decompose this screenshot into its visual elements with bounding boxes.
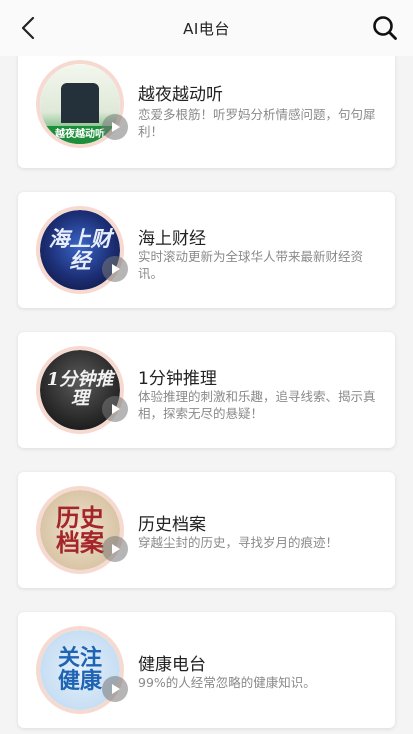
item-title: 海上财经	[138, 229, 206, 249]
list-item[interactable]: 越夜越动听 越夜越动听 恋爱多根筋！听罗妈分析情感问题，句句犀利！	[18, 56, 395, 168]
item-description: 恋爱多根筋！听罗妈分析情感问题，句句犀利！	[138, 107, 376, 139]
item-description: 实时滚动更新为全球华人带来最新财经资讯。	[138, 249, 364, 281]
page-title: AI电台	[183, 19, 230, 38]
search-button[interactable]	[371, 14, 399, 42]
item-title: 越夜越动听	[138, 85, 223, 105]
item-description: 99%的人经常忽略的健康知识。	[138, 675, 316, 690]
list-item[interactable]: 1分钟推理 1分钟推理 体验推理的刺激和乐趣，追寻线索、揭示真相，探索无尽的悬疑…	[18, 332, 395, 448]
play-button[interactable]	[102, 256, 128, 282]
play-icon	[112, 122, 120, 132]
item-description: 穿越尘封的历史，寻找岁月的痕迹！	[138, 535, 339, 550]
play-icon	[112, 264, 120, 274]
list-item[interactable]: 关注健康 健康电台 99%的人经常忽略的健康知识。	[18, 612, 395, 728]
item-title: 1分钟推理	[138, 369, 217, 389]
play-icon	[112, 684, 120, 694]
item-title: 健康电台	[138, 655, 206, 675]
list-item[interactable]: 海上财经 海上财经 实时滚动更新为全球华人带来最新财经资讯。	[18, 192, 395, 308]
play-icon	[112, 544, 120, 554]
radio-list: 越夜越动听 越夜越动听 恋爱多根筋！听罗妈分析情感问题，句句犀利！ 海上财经 海…	[0, 56, 413, 734]
play-button[interactable]	[102, 114, 128, 140]
host-image	[61, 83, 99, 123]
chevron-left-icon	[21, 16, 35, 40]
item-title: 历史档案	[138, 515, 206, 535]
item-description: 体验推理的刺激和乐趣，追寻线索、揭示真相，探索无尽的悬疑！	[138, 389, 376, 421]
search-icon	[373, 16, 397, 40]
list-item[interactable]: 历史档案 历史档案 穿越尘封的历史，寻找岁月的痕迹！	[18, 472, 395, 588]
play-icon	[112, 404, 120, 414]
top-bar: AI电台	[0, 0, 413, 56]
play-button[interactable]	[102, 676, 128, 702]
back-button[interactable]	[14, 14, 42, 42]
play-button[interactable]	[102, 396, 128, 422]
play-button[interactable]	[102, 536, 128, 562]
